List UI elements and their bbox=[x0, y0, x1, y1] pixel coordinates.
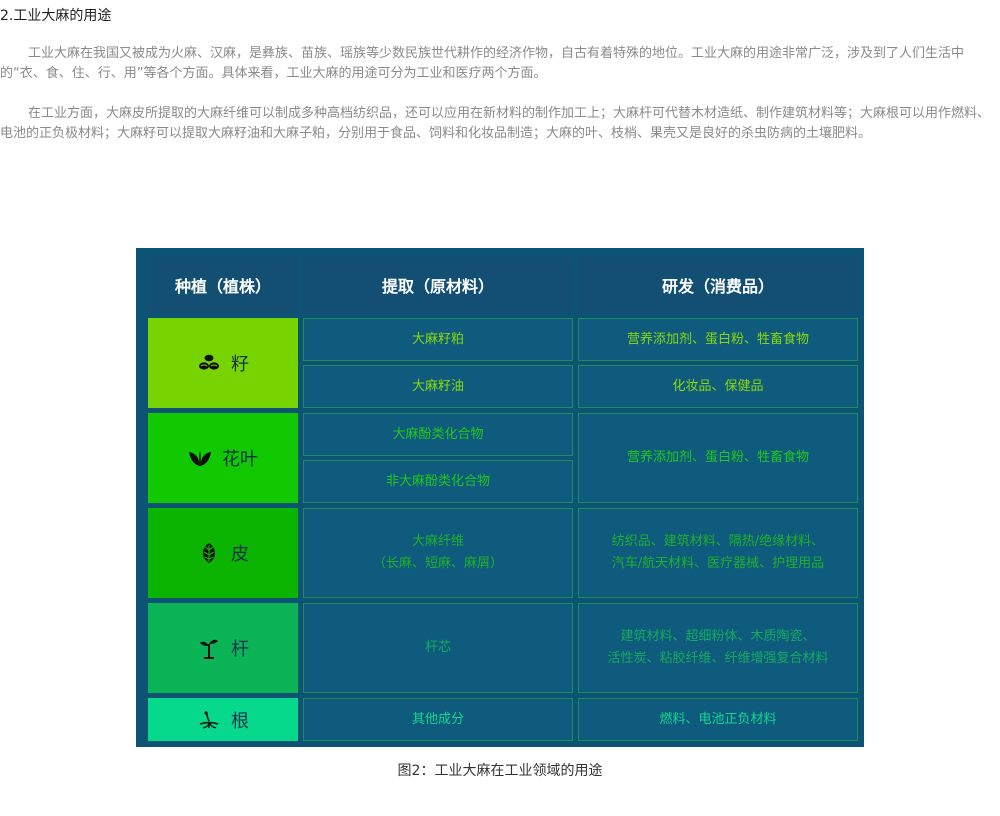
header-planting: 种植（植株） bbox=[148, 257, 298, 313]
product-fiber: 纺织品、建筑材料、隔热/绝缘材料、 汽车/航天材料、医疗器械、护理用品 bbox=[578, 508, 858, 598]
extract-seed-meal: 大麻籽粕 bbox=[303, 318, 573, 361]
sprout-icon bbox=[197, 636, 221, 660]
industry-paragraph: 在工业方面，大麻皮所提取的大麻纤维可以制成多种高档纺织品，还可以应用在新材料的制… bbox=[0, 106, 991, 141]
extract-seed-oil: 大麻籽油 bbox=[303, 365, 573, 408]
product-core-line1: 建筑材料、超细粉体、木质陶瓷、 bbox=[620, 629, 816, 644]
plant-stem: 杆 bbox=[148, 603, 298, 693]
header-extraction: 提取（原材料） bbox=[303, 257, 573, 313]
figure-caption: 图2：工业大麻在工业领域的用途 bbox=[397, 763, 603, 779]
product-leaves: 营养添加剂、蛋白粉、牲畜食物 bbox=[578, 413, 858, 503]
extract-non-cannabinoids: 非大麻酚类化合物 bbox=[303, 460, 573, 503]
leaves-icon bbox=[188, 446, 212, 470]
extract-cannabinoids: 大麻酚类化合物 bbox=[303, 413, 573, 456]
plant-label: 皮 bbox=[231, 544, 249, 565]
product-fiber-line1: 纺织品、建筑材料、隔热/绝缘材料、 bbox=[611, 534, 825, 549]
product-root: 燃料、电池正负材料 bbox=[578, 698, 858, 741]
plant-label: 杆 bbox=[231, 639, 249, 660]
section-heading: 2.工业大麻的用途 bbox=[0, 8, 112, 24]
plant-flower-leaf: 花叶 bbox=[148, 413, 298, 503]
hemp-uses-figure: 种植（植株） 提取（原材料） 研发（消费品） 籽 花叶 皮 杆 根 大麻籽粕 大… bbox=[136, 248, 864, 747]
seeds-icon bbox=[197, 351, 221, 375]
extract-core: 杆芯 bbox=[303, 603, 573, 693]
product-seed-oil: 化妆品、保健品 bbox=[578, 365, 858, 408]
plant-label: 籽 bbox=[231, 354, 249, 375]
intro-paragraph: 工业大麻在我国又被成为火麻、汉麻，是彝族、苗族、瑶族等少数民族世代耕作的经济作物… bbox=[0, 46, 965, 81]
product-core-line2: 活性炭、粘胶纤维、纤维增强复合材料 bbox=[607, 651, 829, 666]
plant-label: 根 bbox=[231, 710, 249, 732]
product-core: 建筑材料、超细粉体、木质陶瓷、 活性炭、粘胶纤维、纤维增强复合材料 bbox=[578, 603, 858, 693]
plant-label: 花叶 bbox=[222, 449, 258, 470]
plant-seed: 籽 bbox=[148, 318, 298, 408]
extract-other: 其他成分 bbox=[303, 698, 573, 741]
extract-fiber: 大麻纤维 （长麻、短麻、麻屑） bbox=[303, 508, 573, 598]
extract-fiber-types: （长麻、短麻、麻屑） bbox=[372, 556, 503, 571]
product-seed-meal: 营养添加剂、蛋白粉、牲畜食物 bbox=[578, 318, 858, 361]
leaf-icon bbox=[197, 541, 221, 565]
product-fiber-line2: 汽车/航天材料、医疗器械、护理用品 bbox=[611, 556, 825, 571]
header-products: 研发（消费品） bbox=[578, 257, 858, 313]
plant-skin: 皮 bbox=[148, 508, 298, 598]
plant-root: 根 bbox=[148, 698, 298, 741]
extract-fiber-label: 大麻纤维 bbox=[411, 534, 464, 549]
root-icon bbox=[197, 708, 221, 732]
